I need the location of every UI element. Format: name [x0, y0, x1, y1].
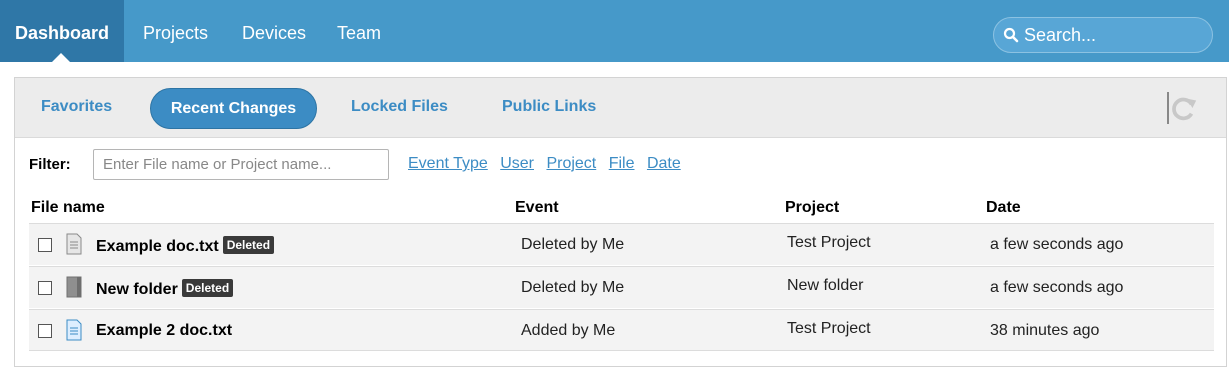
nav-devices-label: Devices: [242, 23, 307, 43]
tab-favorites-label: Favorites: [41, 98, 113, 115]
header-event[interactable]: Event: [515, 199, 559, 217]
file-name-text: New folder: [96, 281, 178, 298]
date-cell: a few seconds ago: [990, 236, 1124, 253]
row-checkbox[interactable]: [38, 281, 52, 295]
recent-changes-panel: Favorites Recent Changes Locked Files Pu…: [14, 77, 1227, 367]
table-row[interactable]: Example 2 doc.txt Added by Me Test Proje…: [29, 309, 1214, 351]
date-cell: a few seconds ago: [990, 279, 1124, 296]
nav-dashboard[interactable]: Dashboard: [0, 0, 124, 62]
search-input[interactable]: [1024, 18, 1204, 52]
nav-team[interactable]: Team: [337, 0, 381, 62]
file-name[interactable]: New folder Deleted: [96, 279, 234, 299]
search-icon: [1003, 27, 1019, 43]
tab-locked-files-label: Locked Files: [351, 98, 448, 115]
filter-user-link[interactable]: User: [500, 155, 534, 172]
event-cell: Deleted by Me: [521, 236, 625, 253]
nav-devices[interactable]: Devices: [242, 0, 306, 62]
tab-recent-changes-label: Recent Changes: [170, 100, 297, 117]
tab-public-links-label: Public Links: [502, 98, 597, 115]
filter-event-type-link[interactable]: Event Type: [408, 155, 488, 172]
row-checkbox[interactable]: [38, 238, 52, 252]
header-project[interactable]: Project: [785, 199, 839, 217]
filter-label: Filter:: [29, 156, 71, 173]
project-cell: Test Project: [787, 320, 871, 337]
nav-dashboard-label: Dashboard: [14, 23, 110, 43]
nav-projects-label: Projects: [143, 23, 209, 43]
tab-recent-changes[interactable]: Recent Changes: [150, 88, 317, 129]
filter-project-link[interactable]: Project: [546, 155, 596, 172]
tab-public-links[interactable]: Public Links: [502, 98, 596, 116]
file-name-text: Example 2 doc.txt: [96, 322, 233, 339]
event-cell: Deleted by Me: [521, 279, 625, 296]
deleted-badge: Deleted: [181, 279, 234, 297]
folder-gray-icon: [66, 276, 82, 298]
table-row[interactable]: New folder Deleted Deleted by Me New fold…: [29, 266, 1214, 308]
file-name[interactable]: Example doc.txt Deleted: [96, 236, 275, 256]
header-date[interactable]: Date: [986, 199, 1021, 217]
filter-date-link[interactable]: Date: [647, 155, 681, 172]
search-box[interactable]: [993, 17, 1213, 53]
project-cell: New folder: [787, 277, 864, 294]
file-name[interactable]: Example 2 doc.txt: [96, 322, 232, 340]
file-name-text: Example doc.txt: [96, 238, 219, 255]
tab-favorites[interactable]: Favorites: [41, 98, 112, 116]
document-gray-icon: [66, 233, 82, 255]
filter-links: Event Type User Project File Date: [408, 155, 689, 173]
filter-input[interactable]: [93, 149, 389, 180]
row-checkbox[interactable]: [38, 324, 52, 338]
date-cell: 38 minutes ago: [990, 322, 1100, 339]
tab-locked-files[interactable]: Locked Files: [351, 98, 448, 116]
tab-bar: Favorites Recent Changes Locked Files Pu…: [15, 78, 1226, 138]
nav-team-label: Team: [337, 23, 382, 43]
header-file-name[interactable]: File name: [31, 199, 105, 217]
nav-projects[interactable]: Projects: [143, 0, 208, 62]
top-navbar: Dashboard Projects Devices Team: [0, 0, 1229, 62]
refresh-icon[interactable]: [1167, 92, 1199, 124]
active-caret: [52, 53, 70, 62]
deleted-badge: Deleted: [222, 236, 275, 254]
project-cell: Test Project: [787, 234, 871, 251]
table-row[interactable]: Example doc.txt Deleted Deleted by Me Tes…: [29, 223, 1214, 265]
event-cell: Added by Me: [521, 322, 616, 339]
filter-file-link[interactable]: File: [609, 155, 635, 172]
document-blue-icon: [66, 319, 82, 341]
